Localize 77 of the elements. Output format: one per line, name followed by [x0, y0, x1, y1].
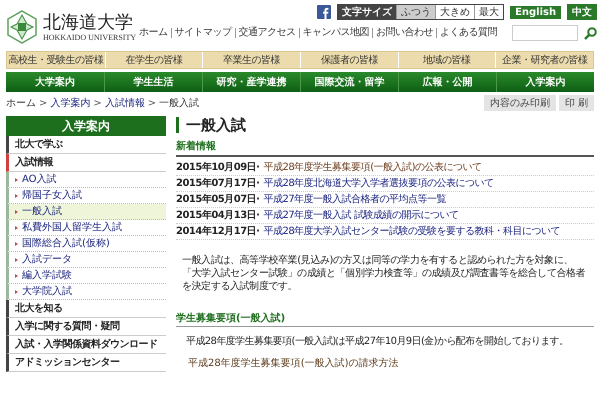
text-size-option[interactable]: 大きめ — [435, 5, 474, 19]
bullet-icon — [15, 274, 18, 278]
text-size-option[interactable]: ふつう — [396, 5, 436, 19]
news-link[interactable]: 平成27年度一般入試 試験成績の開示について — [263, 209, 458, 222]
news-date: 2015年05月07日· — [176, 193, 260, 206]
current-page-label: 一般入試 — [159, 96, 200, 110]
sidebar-subitem[interactable]: 編入学試験 — [6, 268, 166, 284]
audience-nav-link[interactable]: 在学生の皆様 — [104, 52, 202, 68]
sidebar-title: 入学案内 — [6, 116, 166, 136]
bullet-icon — [15, 242, 18, 246]
utility-link[interactable]: 交通アクセス — [234, 28, 299, 38]
news-link[interactable]: 平成28年度学生募集要項(一般入試)の公表について — [263, 161, 482, 174]
sidebar-subitem[interactable]: 私費外国人留学生入試 — [6, 220, 166, 236]
news-date: 2015年10月09日· — [176, 161, 260, 174]
breadcrumb-link[interactable]: ホーム — [6, 96, 36, 110]
sidebar-subitem[interactable]: 帰国子女入試 — [6, 188, 166, 204]
print-button[interactable]: 内容のみ印刷 — [484, 95, 556, 111]
sidebar-item[interactable]: 北大を知る — [6, 300, 166, 318]
news-date: 2015年07月17日· — [176, 177, 260, 190]
bullet-icon — [15, 178, 18, 182]
audience-nav-link[interactable]: 保護者の皆様 — [300, 52, 398, 68]
news-link[interactable]: 平成28年度北海道大学入学者選抜要項の公表について — [263, 177, 494, 190]
news-date: 2015年04月13日· — [176, 209, 260, 222]
language-button[interactable]: English — [510, 6, 562, 18]
sidebar-item[interactable]: アドミッションセンター — [6, 354, 166, 372]
sidebar-subitem[interactable]: 国際総合入試(仮称) — [6, 236, 166, 252]
main-nav-link[interactable]: 国際交流・留学 — [300, 72, 398, 92]
breadcrumb-separator: > — [39, 98, 48, 108]
main-nav-link[interactable]: 広報・公開 — [398, 72, 496, 92]
sidebar-item[interactable]: 北大で学ぶ — [6, 136, 166, 154]
utility-link[interactable]: よくある質問 — [436, 28, 500, 38]
language-button[interactable]: 中文 — [567, 4, 598, 20]
breadcrumb-link[interactable]: 入試情報 — [104, 96, 145, 110]
main-nav-link[interactable]: 研究・産学連携 — [202, 72, 300, 92]
intro-paragraph: 一般入試は、高等学校卒業(見込み)の方又は同等の学力を有すると認められた方を対象に、「大学入試センター試験」の成績と「個別学力検査等」の成績及び調査書等を総合して合格者を決定する入試制度です。 — [182, 254, 586, 293]
utility-link[interactable]: お問い合わせ — [372, 28, 436, 38]
audience-nav-link[interactable]: 卒業生の皆様 — [202, 52, 300, 68]
sidebar-item[interactable]: 入学に関する質問・疑問 — [6, 318, 166, 336]
breadcrumb-separator: > — [93, 98, 102, 108]
news-heading: 新着情報 — [176, 139, 594, 157]
breadcrumb-link[interactable]: 入学案内 — [50, 96, 90, 110]
utility-link[interactable]: ホーム — [136, 28, 171, 38]
utility-link[interactable]: キャンパス地図 — [298, 28, 372, 38]
sidebar-subitem[interactable]: AO入試 — [6, 172, 166, 188]
sidebar-subitem[interactable]: 大学院入試 — [6, 284, 166, 300]
audience-nav-link[interactable]: 企業・研究者の皆様 — [495, 52, 593, 68]
news-link[interactable]: 平成27年度一般入試合格者の平均点等一覧 — [263, 193, 446, 206]
section-text: 平成28年度学生募集要項(一般入試)は平成27年10月9日(金)から配布を開始しております。 — [186, 334, 570, 348]
search-field[interactable] — [512, 25, 578, 41]
search-icon[interactable] — [584, 26, 598, 40]
bullet-icon — [15, 210, 18, 214]
main-nav-link[interactable]: 大学案内 — [6, 72, 104, 92]
audience-nav-link[interactable]: 高校生・受験生の皆様 — [7, 52, 105, 68]
sidebar-subitem[interactable]: 入試データ — [6, 252, 166, 268]
section-heading: 学生募集要項(一般入試) — [176, 311, 594, 327]
university-emblem-icon — [6, 10, 38, 44]
main-nav-link[interactable]: 入学案内 — [496, 72, 594, 92]
bullet-icon — [15, 194, 18, 198]
university-name: 北海道大学 — [43, 12, 134, 32]
news-date: 2014年12月17日· — [176, 225, 260, 238]
utility-link[interactable]: サイトマップ — [170, 28, 235, 38]
print-button[interactable]: 印 刷 — [558, 95, 594, 111]
main-nav-link[interactable]: 学生生活 — [104, 72, 202, 92]
bullet-icon — [15, 258, 18, 262]
sidebar-subitem[interactable]: 一般入試 — [6, 204, 166, 220]
breadcrumb-separator: > — [148, 98, 156, 108]
sidebar-item[interactable]: 入試・入学関係資料ダウンロード — [6, 336, 166, 354]
text-size-label: 文字サイズ — [341, 5, 394, 19]
text-size-option[interactable]: 最大 — [474, 5, 504, 19]
bullet-icon — [15, 290, 18, 294]
audience-nav-link[interactable]: 地域の皆様 — [398, 52, 496, 68]
facebook-icon[interactable] — [317, 5, 332, 19]
university-subtitle: HOKKAIDO UNIVERSITY — [43, 32, 136, 42]
bullet-icon — [15, 226, 18, 230]
request-method-link[interactable]: 平成28年度学生募集要項(一般入試)の請求方法 — [188, 356, 399, 370]
page-title: 一般入試 — [176, 117, 594, 133]
news-link[interactable]: 平成28年度大学入試センター試験の受験を要する教科・科目について — [263, 225, 560, 238]
